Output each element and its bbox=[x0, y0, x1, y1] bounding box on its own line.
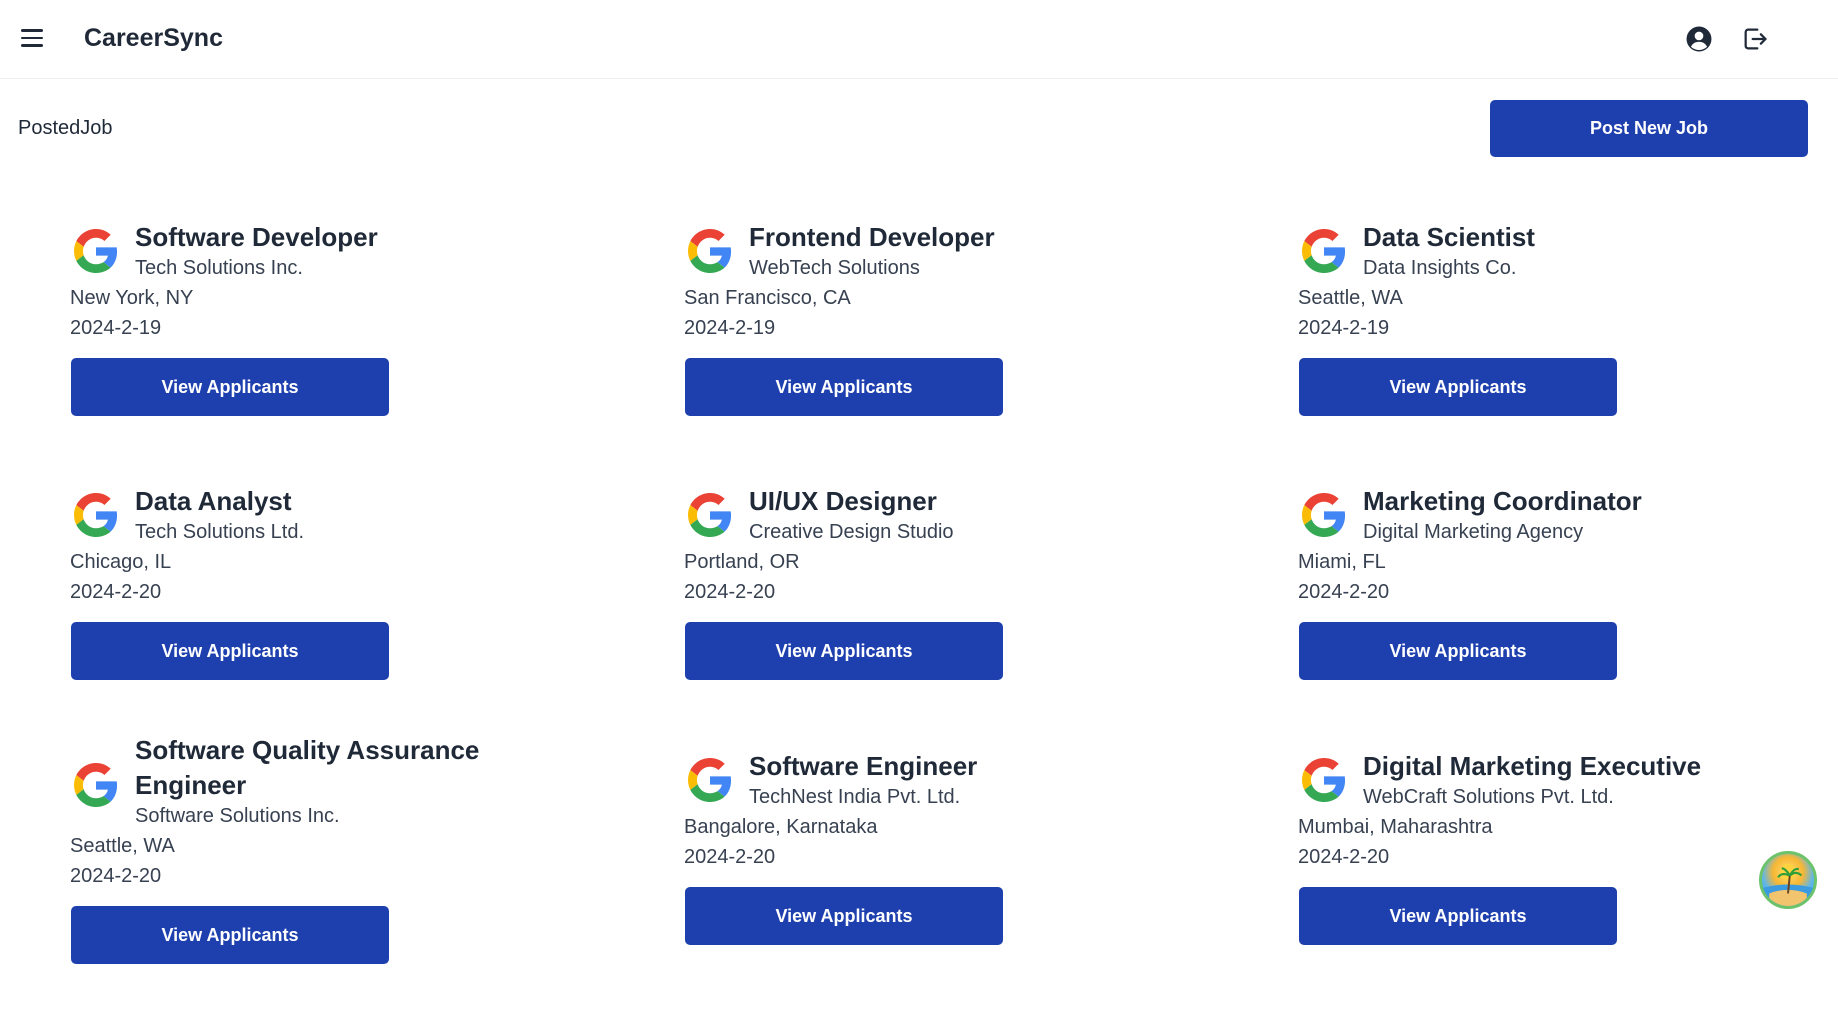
job-title: Software Quality Assurance Engineer bbox=[135, 735, 480, 800]
job-location: Mumbai, Maharashtra bbox=[1298, 816, 1493, 838]
company-logo-icon bbox=[688, 493, 732, 537]
job-card: UI/UX Designer Creative Design Studio Port… bbox=[684, 486, 1184, 750]
company-name: TechNest India Pvt. Ltd. bbox=[749, 786, 961, 808]
job-title: Data Analyst bbox=[135, 486, 292, 516]
company-name: Data Insights Co. bbox=[1363, 257, 1517, 279]
job-card: Data Analyst Tech Solutions Ltd. Chicago, … bbox=[70, 486, 570, 750]
job-card: Software Quality Assurance Engineer Softw… bbox=[70, 735, 570, 1015]
view-applicants-button[interactable]: View Applicants bbox=[1299, 887, 1617, 945]
posted-date: 2024-2-19 bbox=[1298, 317, 1390, 339]
page-label: PostedJob bbox=[18, 117, 113, 139]
view-applicants-button[interactable]: View Applicants bbox=[1299, 358, 1617, 416]
posted-date: 2024-2-19 bbox=[684, 317, 776, 339]
job-title: UI/UX Designer bbox=[749, 486, 937, 516]
company-name: Tech Solutions Ltd. bbox=[135, 521, 304, 543]
job-title: Software Developer bbox=[135, 222, 378, 252]
view-applicants-button[interactable]: View Applicants bbox=[685, 622, 1003, 680]
company-logo-icon bbox=[74, 763, 118, 807]
job-title: Frontend Developer bbox=[749, 222, 995, 252]
job-card: Software Developer Tech Solutions Inc. New… bbox=[70, 222, 570, 486]
job-location: Seattle, WA bbox=[70, 835, 175, 857]
view-applicants-button[interactable]: View Applicants bbox=[1299, 622, 1617, 680]
posted-date: 2024-2-20 bbox=[684, 846, 776, 868]
company-logo-icon bbox=[688, 229, 732, 273]
view-applicants-button[interactable]: View Applicants bbox=[685, 358, 1003, 416]
hamburger-menu-icon[interactable] bbox=[21, 29, 43, 47]
job-location: Bangalore, Karnataka bbox=[684, 816, 878, 838]
job-card: Data Scientist Data Insights Co. Seattle, … bbox=[1298, 222, 1798, 486]
view-applicants-button[interactable]: View Applicants bbox=[71, 622, 389, 680]
company-logo-icon bbox=[1302, 493, 1346, 537]
view-applicants-button[interactable]: View Applicants bbox=[685, 887, 1003, 945]
beach-island-icon bbox=[1762, 863, 1814, 906]
company-logo-icon bbox=[74, 229, 118, 273]
company-name: Creative Design Studio bbox=[749, 521, 954, 543]
job-location: Portland, OR bbox=[684, 551, 800, 573]
job-title: Digital Marketing Executive bbox=[1363, 751, 1702, 781]
posted-date: 2024-2-20 bbox=[1298, 581, 1390, 603]
company-name: WebCraft Solutions Pvt. Ltd. bbox=[1363, 786, 1614, 808]
job-card: Software Engineer TechNest India Pvt. Ltd… bbox=[684, 751, 1184, 1015]
job-location: Seattle, WA bbox=[1298, 287, 1403, 309]
posted-date: 2024-2-20 bbox=[1298, 846, 1390, 868]
company-name: Tech Solutions Inc. bbox=[135, 257, 303, 279]
post-new-job-button[interactable]: Post New Job bbox=[1490, 100, 1808, 157]
job-title: Data Scientist bbox=[1363, 222, 1535, 252]
posted-date: 2024-2-20 bbox=[684, 581, 776, 603]
logout-icon[interactable] bbox=[1741, 25, 1769, 53]
job-location: New York, NY bbox=[70, 287, 194, 309]
company-logo-icon bbox=[74, 493, 118, 537]
floating-avatar-button[interactable] bbox=[1759, 851, 1817, 909]
company-name: Digital Marketing Agency bbox=[1363, 521, 1584, 543]
job-title: Software Engineer bbox=[749, 751, 978, 781]
company-logo-icon bbox=[1302, 758, 1346, 802]
company-name: WebTech Solutions bbox=[749, 257, 920, 279]
job-card: Marketing Coordinator Digital Marketing A… bbox=[1298, 486, 1798, 750]
company-logo-icon bbox=[688, 758, 732, 802]
job-location: Chicago, IL bbox=[70, 551, 172, 573]
job-location: San Francisco, CA bbox=[684, 287, 851, 309]
company-name: Software Solutions Inc. bbox=[135, 805, 340, 827]
view-applicants-button[interactable]: View Applicants bbox=[71, 906, 389, 964]
job-title: Marketing Coordinator bbox=[1363, 486, 1642, 516]
posted-date: 2024-2-20 bbox=[70, 581, 162, 603]
job-location: Miami, FL bbox=[1298, 551, 1386, 573]
job-card: Frontend Developer WebTech Solutions San F… bbox=[684, 222, 1184, 486]
view-applicants-button[interactable]: View Applicants bbox=[71, 358, 389, 416]
app-title[interactable]: CareerSync bbox=[84, 24, 223, 53]
user-circle-icon[interactable] bbox=[1686, 26, 1712, 52]
top-navbar: CareerSync bbox=[0, 0, 1838, 79]
company-logo-icon bbox=[1302, 229, 1346, 273]
job-card: Digital Marketing Executive WebCraft Solu… bbox=[1298, 751, 1798, 1015]
posted-date: 2024-2-19 bbox=[70, 317, 162, 339]
posted-date: 2024-2-20 bbox=[70, 865, 162, 887]
